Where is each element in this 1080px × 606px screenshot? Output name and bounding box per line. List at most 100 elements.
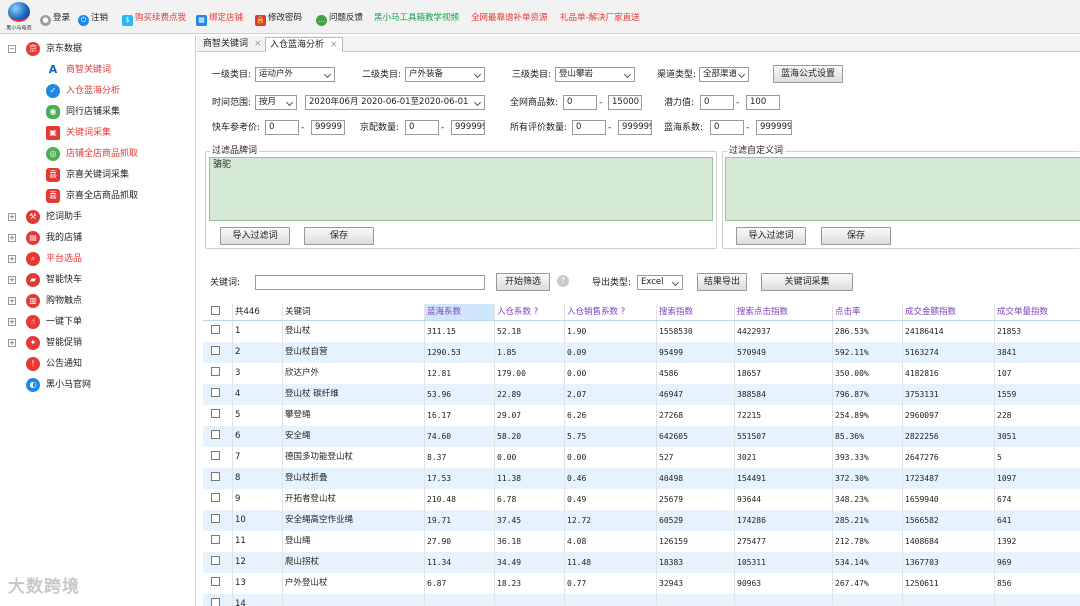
express-max-input[interactable]: 99999 bbox=[311, 120, 345, 135]
import-custom-filter-button[interactable]: 导入过滤词 bbox=[736, 227, 806, 245]
close-icon[interactable]: × bbox=[330, 40, 338, 50]
table-row[interactable]: 6 安全绳 74.60 58.20 5.75 642605 551507 85.36% 2822… bbox=[203, 426, 1080, 447]
row-checkbox[interactable] bbox=[203, 321, 233, 342]
import-brand-filter-button[interactable]: 导入过滤词 bbox=[220, 227, 290, 245]
col-header-ctr[interactable]: 点击率 bbox=[833, 304, 903, 320]
channel-select[interactable]: 全部渠道 bbox=[699, 67, 749, 82]
row-checkbox[interactable] bbox=[203, 468, 233, 489]
keyword-collect-button[interactable]: 关键词采集 bbox=[761, 273, 853, 291]
save-brand-filter-button[interactable]: 保存 bbox=[304, 227, 374, 245]
tab-bluesea[interactable]: 入仓蓝海分析 × bbox=[265, 37, 343, 52]
sidebar-group-dig-words[interactable]: + ⚒ 挖词助手 bbox=[0, 208, 195, 226]
tab-keywords[interactable]: 商智关键词 × bbox=[199, 37, 266, 52]
col-header-orders-index[interactable]: 成交单量指数 bbox=[995, 304, 1080, 320]
sidebar-group-one-click-order[interactable]: + ☝ 一键下单 bbox=[0, 313, 195, 331]
table-row[interactable]: 3 欣达户外 12.81 179.00 0.00 4586 18657 350.00% 4182… bbox=[203, 363, 1080, 384]
feedback-button[interactable]: … 问题反馈 bbox=[316, 11, 363, 26]
col-header-warehouse[interactable]: 入仓系数 ? bbox=[495, 304, 565, 320]
select-all-checkbox[interactable] bbox=[203, 304, 233, 320]
cat3-select[interactable]: 登山攀岩 bbox=[555, 67, 635, 82]
row-checkbox[interactable] bbox=[203, 510, 233, 531]
table-row[interactable]: 2 登山杖自营 1290.53 1.85 0.09 95499 570949 592.11% 5… bbox=[203, 342, 1080, 363]
brand-filter-textarea[interactable]: 骆驼 bbox=[209, 157, 713, 221]
sidebar-item-notice[interactable]: ! 公告通知 bbox=[0, 355, 195, 373]
sidebar-item-keyword-collect[interactable]: ▣ 关键词采集 bbox=[0, 124, 195, 142]
row-checkbox[interactable] bbox=[203, 363, 233, 384]
col-header-gmv-index[interactable]: 成交金额指数 bbox=[903, 304, 995, 320]
table-row[interactable]: 11 登山绳 27.90 36.18 4.08 126159 275477 212.78% 14… bbox=[203, 531, 1080, 552]
close-icon[interactable]: × bbox=[254, 39, 262, 49]
col-header-search-index[interactable]: 搜索指数 bbox=[657, 304, 735, 320]
col-header-keyword[interactable]: 关键词 bbox=[283, 304, 425, 320]
row-checkbox[interactable] bbox=[203, 594, 233, 606]
potential-min-input[interactable]: 0 bbox=[700, 95, 734, 110]
order-resource-link[interactable]: 全网最靠谱补单资源 bbox=[471, 11, 548, 25]
table-row[interactable]: 5 攀登绳 16.17 29.07 6.26 27268 72215 254.89% 29600… bbox=[203, 405, 1080, 426]
bluesea-formula-button[interactable]: 蓝海公式设置 bbox=[773, 65, 843, 83]
row-checkbox[interactable] bbox=[203, 384, 233, 405]
sidebar-group-smart-express[interactable]: + ▰ 智能快车 bbox=[0, 271, 195, 289]
expand-toggle[interactable]: + bbox=[8, 213, 16, 221]
sidebar-group-my-store[interactable]: + ▤ 我的店铺 bbox=[0, 229, 195, 247]
row-checkbox[interactable] bbox=[203, 531, 233, 552]
expand-toggle[interactable]: + bbox=[8, 255, 16, 263]
expand-toggle[interactable]: + bbox=[8, 318, 16, 326]
sidebar-group-smart-promo[interactable]: + ✦ 智能促销 bbox=[0, 334, 195, 352]
table-row[interactable]: 4 登山杖 碳纤维 53.96 22.89 2.07 46947 388584 796.87%… bbox=[203, 384, 1080, 405]
row-checkbox[interactable] bbox=[203, 426, 233, 447]
collapse-toggle[interactable]: − bbox=[8, 45, 16, 53]
table-row[interactable]: 10 安全绳高空作业绳 19.71 37.45 12.72 60529 174286 285.… bbox=[203, 510, 1080, 531]
time-range-select[interactable]: 2020年06月 2020-06-01至2020-06-01 bbox=[305, 95, 485, 110]
expand-toggle[interactable]: + bbox=[8, 234, 16, 242]
bind-store-button[interactable]: ▦ 绑定店铺 bbox=[196, 11, 243, 26]
table-row[interactable]: 12 爬山拐杖 11.34 34.49 11.48 18383 105311 534.14% 1… bbox=[203, 552, 1080, 573]
bluesea-min-input[interactable]: 0 bbox=[710, 120, 744, 135]
export-results-button[interactable]: 结果导出 bbox=[697, 273, 747, 291]
jd-count-min-input[interactable]: 0 bbox=[405, 120, 439, 135]
total-goods-min-input[interactable]: 0 bbox=[563, 95, 597, 110]
export-type-select[interactable]: Excel bbox=[637, 275, 683, 290]
reviews-max-input[interactable]: 9999999 bbox=[618, 120, 652, 135]
cat1-select[interactable]: 运动户外 bbox=[255, 67, 335, 82]
row-checkbox[interactable] bbox=[203, 342, 233, 363]
login-button[interactable]: ● 登录 bbox=[40, 11, 70, 26]
expand-toggle[interactable]: + bbox=[8, 276, 16, 284]
sidebar-item-jx-store-grab[interactable]: 喜 京喜全店商品抓取 bbox=[0, 187, 195, 205]
custom-filter-textarea[interactable] bbox=[725, 157, 1080, 221]
time-unit-select[interactable]: 按月 bbox=[255, 95, 297, 110]
table-row[interactable]: 8 登山杖折叠 17.53 11.38 0.46 40498 154491 372.30% 17… bbox=[203, 468, 1080, 489]
expand-toggle[interactable]: + bbox=[8, 297, 16, 305]
sidebar-item-bluesea[interactable]: ✓ 入仓蓝海分析 bbox=[0, 82, 195, 100]
row-checkbox[interactable] bbox=[203, 405, 233, 426]
col-header-bluesea[interactable]: 蓝海系数 bbox=[425, 304, 495, 320]
express-min-input[interactable]: 0 bbox=[265, 120, 299, 135]
bluesea-max-input[interactable]: 9999999 bbox=[756, 120, 792, 135]
sidebar-group-touchpoint[interactable]: + ▥ 购物触点 bbox=[0, 292, 195, 310]
sidebar-group-product-pick[interactable]: + ⌕ 平台选品 bbox=[0, 250, 195, 268]
col-header-index[interactable]: 共446 bbox=[233, 304, 283, 320]
table-row[interactable]: 9 开拓者登山杖 210.48 6.78 0.49 25679 93644 348.23% 16… bbox=[203, 489, 1080, 510]
jd-count-max-input[interactable]: 999999 bbox=[451, 120, 485, 135]
col-header-warehouse-sales[interactable]: 入仓销售系数 ? bbox=[565, 304, 657, 320]
sidebar-item-peer-stores[interactable]: ◉ 同行店铺采集 bbox=[0, 103, 195, 121]
sidebar-item-keywords[interactable]: A 商智关键词 bbox=[0, 61, 195, 79]
table-row[interactable]: 13 户外登山杖 6.87 18.23 0.77 32943 90963 267.47% 125… bbox=[203, 573, 1080, 594]
tutorial-video-link[interactable]: 黑小马工具箱教学视频 bbox=[374, 11, 459, 25]
row-checkbox[interactable] bbox=[203, 489, 233, 510]
cat2-select[interactable]: 户外装备 bbox=[405, 67, 485, 82]
sidebar-item-store-grab[interactable]: ◎ 店铺全店商品抓取 bbox=[0, 145, 195, 163]
gift-order-link[interactable]: 礼品单-解决厂家直送 bbox=[560, 11, 640, 25]
purchase-renew-button[interactable]: $ 购买续费点我 bbox=[122, 11, 186, 26]
potential-max-input[interactable]: 100 bbox=[746, 95, 780, 110]
total-goods-max-input[interactable]: 15000 bbox=[608, 95, 642, 110]
col-header-click-index[interactable]: 搜索点击指数 bbox=[735, 304, 833, 320]
start-filter-button[interactable]: 开始筛选 bbox=[496, 273, 550, 291]
change-password-button[interactable]: 🔒 修改密码 bbox=[255, 11, 302, 26]
help-icon[interactable]: ? bbox=[557, 275, 569, 287]
table-row[interactable]: 14 bbox=[203, 594, 1080, 606]
sidebar-item-jx-keywords[interactable]: 喜 京喜关键词采集 bbox=[0, 166, 195, 184]
expand-toggle[interactable]: + bbox=[8, 339, 16, 347]
table-row[interactable]: 7 德国多功能登山杖 8.37 0.00 0.00 527 3021 393.33% 26472… bbox=[203, 447, 1080, 468]
row-checkbox[interactable] bbox=[203, 552, 233, 573]
row-checkbox[interactable] bbox=[203, 447, 233, 468]
